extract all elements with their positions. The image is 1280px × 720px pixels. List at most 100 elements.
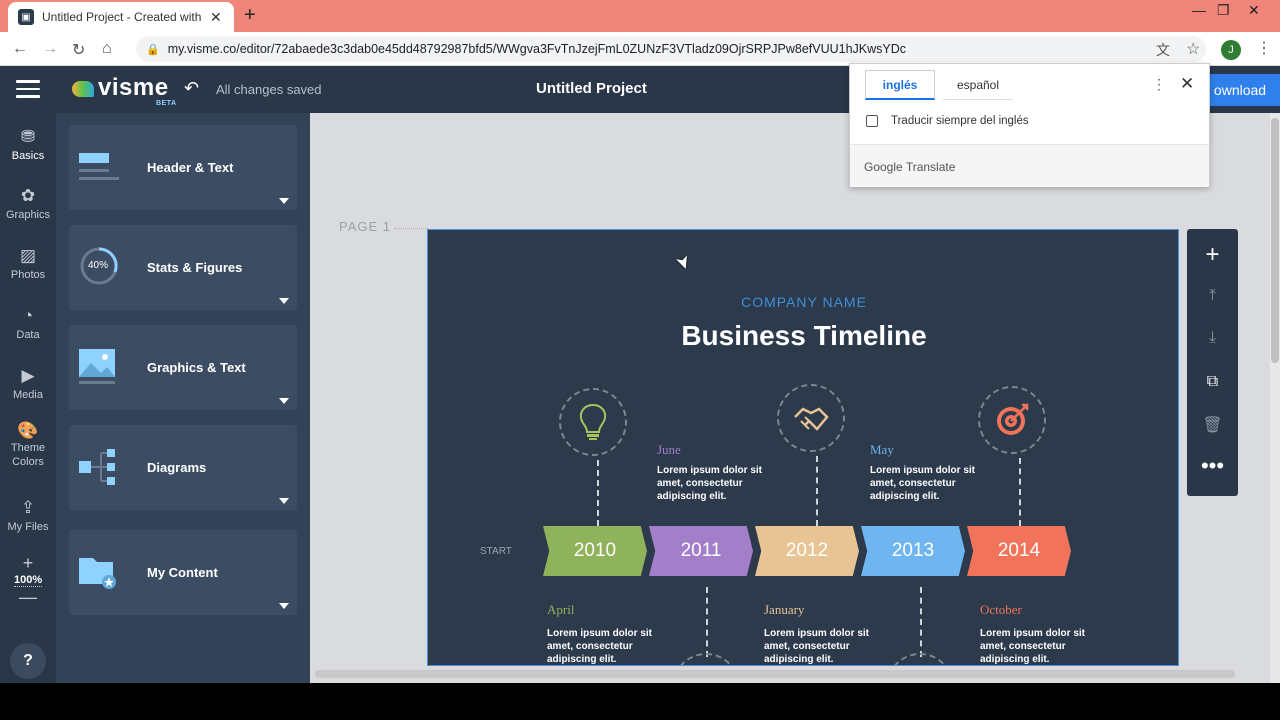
bottom-icon-circle[interactable] (672, 653, 740, 665)
card-header-text[interactable]: Header & Text (69, 125, 297, 210)
browser-toolbar: ← → ↻ ⌂ 🔒 my.visme.co/editor/72abaede3c3… (0, 32, 1280, 66)
save-status: All changes saved (216, 82, 322, 97)
visme-favicon-icon: ▣ (18, 9, 34, 25)
always-translate-label[interactable]: Traducir siempre del inglés (891, 115, 1029, 127)
move-up-icon[interactable]: ⤒ (1187, 287, 1238, 305)
page-label: PAGE 1 (339, 219, 392, 234)
translate-footer: Google Translate (850, 144, 1209, 187)
rail-item-theme-colors[interactable]: 🎨 Theme Colors (0, 422, 56, 469)
rail-item-graphics[interactable]: ✿ Graphics (0, 186, 56, 221)
event-text[interactable]: Lorem ipsum dolor sit amet, consectetur … (870, 464, 980, 503)
project-title[interactable]: Untitled Project (536, 80, 647, 97)
minimize-icon[interactable]: — (1192, 2, 1206, 18)
back-icon[interactable]: ← (12, 40, 28, 58)
zoom-in-icon[interactable]: + (0, 553, 56, 574)
beta-badge: BETA (156, 100, 177, 107)
zoom-out-icon[interactable]: — (0, 587, 56, 608)
add-page-icon[interactable]: + (1187, 241, 1238, 269)
undo-icon[interactable]: ↶ (184, 78, 199, 99)
tab-source-language[interactable]: inglés (865, 70, 935, 100)
rail-label: Data (16, 329, 40, 341)
slide-toolbar: + ⤒ ⤓ ⧉ 🗑 ••• (1187, 229, 1238, 496)
browser-menu-icon[interactable]: ⋮ (1256, 38, 1272, 58)
translate-icon[interactable]: 文 (1156, 40, 1170, 60)
event-text[interactable]: Lorem ipsum dolor sit amet, consectetur … (980, 627, 1090, 665)
close-icon[interactable]: ✕ (1180, 74, 1194, 94)
more-vert-icon[interactable]: ⋮ (1152, 76, 1166, 93)
address-bar[interactable]: 🔒 my.visme.co/editor/72abaede3c3dab0e45d… (136, 36, 1206, 62)
close-window-icon[interactable]: ✕ (1248, 2, 1260, 19)
card-graphics-text[interactable]: Graphics & Text (69, 325, 297, 410)
always-translate-checkbox[interactable] (866, 115, 878, 127)
rail-item-basics[interactable]: ⛃ Basics (0, 127, 56, 162)
event-text[interactable]: Lorem ipsum dolor sit amet, consectetur … (547, 627, 657, 665)
rail-label: Photos (10, 269, 46, 281)
header-text-icon (79, 153, 119, 180)
hamburger-menu-icon[interactable] (16, 80, 40, 98)
new-tab-icon[interactable]: + (244, 4, 256, 27)
event-text[interactable]: Lorem ipsum dolor sit amet, consectetur … (764, 627, 874, 665)
year-2012[interactable]: 2012 (755, 526, 859, 576)
vertical-scroll-thumb[interactable] (1271, 118, 1279, 363)
event-month-june[interactable]: June (657, 442, 681, 458)
event-month-october[interactable]: October (980, 602, 1022, 618)
profile-avatar[interactable]: J (1221, 40, 1241, 60)
url-text: my.visme.co/editor/72abaede3c3dab0e45dd4… (167, 42, 907, 56)
rail-item-media[interactable]: ▶ Media (0, 366, 56, 401)
event-text[interactable]: Lorem ipsum dolor sit amet, consectetur … (657, 464, 767, 503)
event-month-may[interactable]: May (870, 442, 894, 458)
card-my-content[interactable]: My Content (69, 530, 297, 615)
rail-label: Graphics (5, 209, 51, 221)
card-diagrams[interactable]: Diagrams (69, 425, 297, 510)
horizontal-scrollbar[interactable] (315, 670, 1235, 678)
tab-target-language[interactable]: español (943, 70, 1013, 100)
rail-item-data[interactable]: ◔ Data (0, 306, 56, 341)
company-name[interactable]: COMPANY NAME (428, 294, 1178, 310)
rail-item-photos[interactable]: ▨ Photos (0, 246, 56, 281)
connector-line (1019, 458, 1021, 526)
event-month-april[interactable]: April (547, 602, 574, 618)
bottom-icon-circle[interactable] (886, 653, 954, 665)
caret-down-icon[interactable] (279, 398, 289, 404)
more-options-icon[interactable]: ••• (1187, 453, 1238, 479)
target-icon[interactable] (978, 386, 1046, 454)
home-icon[interactable]: ⌂ (102, 40, 112, 58)
connector-line (920, 587, 922, 657)
browser-tab[interactable]: ▣ Untitled Project - Created with Visme … (8, 2, 234, 32)
year-2013[interactable]: 2013 (861, 526, 965, 576)
event-month-january[interactable]: January (764, 602, 804, 618)
restore-icon[interactable]: ❐ (1217, 2, 1230, 19)
tab-title: Untitled Project - Created with Visme (42, 10, 202, 24)
year-2010[interactable]: 2010 (543, 526, 647, 576)
forward-icon[interactable]: → (42, 40, 58, 58)
rail-item-my-files[interactable]: ⇪ My Files (0, 498, 56, 533)
folder-star-icon (79, 558, 116, 589)
slide-page[interactable]: COMPANY NAME Business Timeline June Lore… (427, 229, 1179, 666)
card-label: Graphics & Text (147, 360, 246, 375)
caret-down-icon[interactable] (279, 198, 289, 204)
help-button[interactable]: ? (10, 643, 46, 679)
handshake-icon[interactable] (777, 384, 845, 452)
zoom-level[interactable]: 100% (14, 574, 42, 587)
caret-down-icon[interactable] (279, 298, 289, 304)
visme-logo: visme BETA (72, 74, 176, 107)
slide-title[interactable]: Business Timeline (428, 320, 1178, 352)
caret-down-icon[interactable] (279, 498, 289, 504)
files-icon: ⇪ (20, 498, 36, 517)
bookmark-star-icon[interactable]: ☆ (1186, 39, 1200, 59)
download-button[interactable]: ownload (1200, 74, 1280, 106)
year-2014[interactable]: 2014 (967, 526, 1071, 576)
close-tab-icon[interactable]: ✕ (210, 9, 222, 26)
move-down-icon[interactable]: ⤓ (1187, 329, 1238, 347)
zoom-control: + 100% — (0, 553, 56, 608)
duplicate-icon[interactable]: ⧉ (1187, 373, 1238, 391)
card-label: Header & Text (147, 160, 234, 175)
year-2011[interactable]: 2011 (649, 526, 753, 576)
caret-down-icon[interactable] (279, 603, 289, 609)
lightbulb-icon[interactable] (559, 388, 627, 456)
reload-icon[interactable]: ↻ (72, 40, 85, 60)
connector-line (597, 460, 599, 526)
rail-label: My Files (7, 521, 49, 533)
trash-icon[interactable]: 🗑 (1187, 415, 1238, 435)
card-stats-figures[interactable]: 40% Stats & Figures (69, 225, 297, 310)
